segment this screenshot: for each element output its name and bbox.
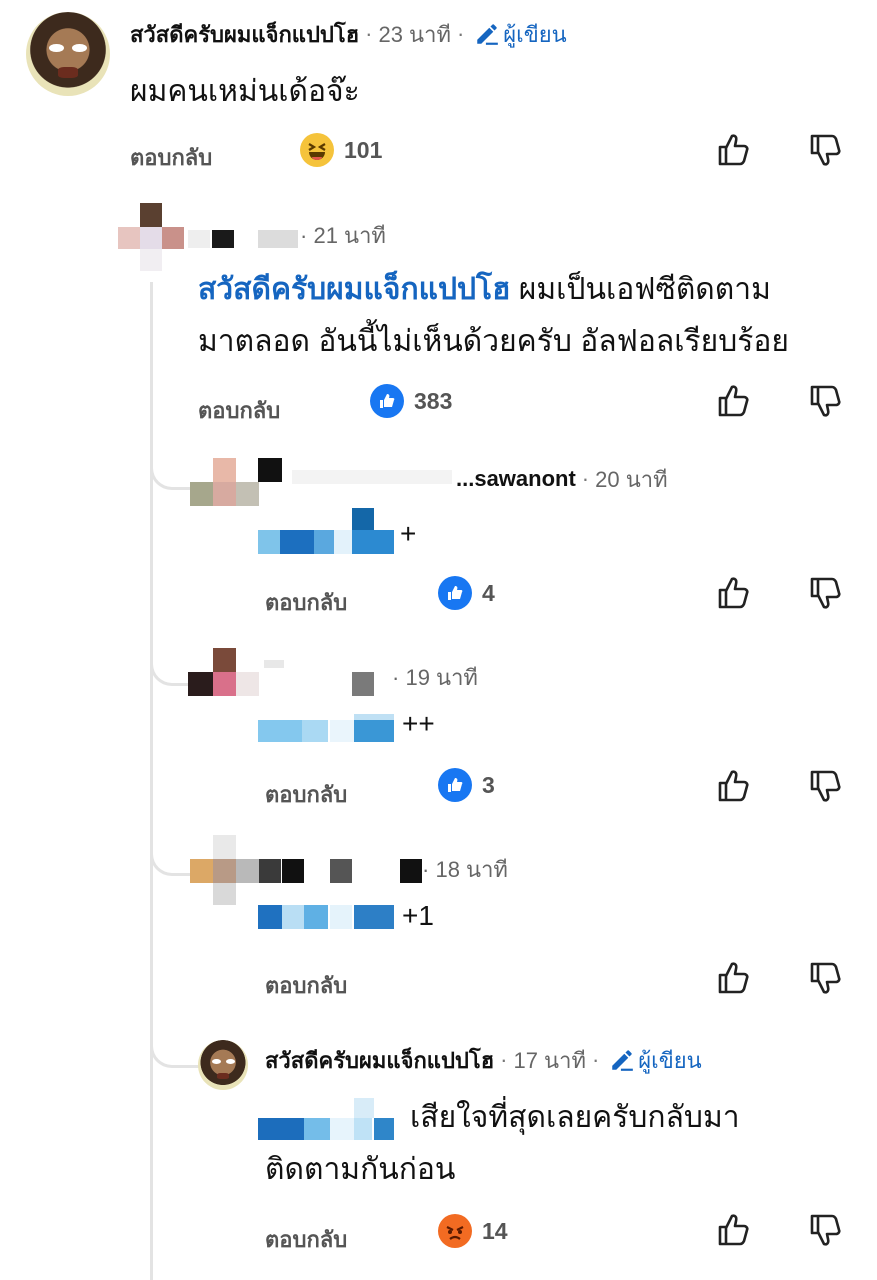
comment-header: ...sawanont · 20 นาที	[456, 463, 668, 495]
author-name[interactable]: สวัสดีครับผมแจ็กแปปโฮ	[265, 1043, 494, 1078]
thumbs-down-icon[interactable]	[806, 1210, 846, 1250]
like-icon	[438, 576, 472, 610]
timestamp: · 21 นาที	[300, 223, 386, 248]
timestamp: 23 นาที	[378, 21, 451, 47]
thumbs-up-icon[interactable]	[714, 130, 754, 170]
author-badge: ผู้เขียน	[474, 17, 567, 52]
angry-emoji-icon	[438, 1214, 472, 1248]
thumbs-down-icon[interactable]	[806, 573, 846, 613]
reply-button[interactable]: ตอบกลับ	[198, 393, 280, 428]
timestamp: · 19 นาที	[392, 665, 478, 690]
separator: ·	[456, 21, 465, 46]
reply-button[interactable]: ตอบกลับ	[265, 585, 347, 620]
separator: ·	[365, 21, 373, 46]
reaction-count: 383	[414, 387, 453, 414]
reaction-summary[interactable]: 101	[300, 133, 382, 167]
reaction-count: 4	[482, 579, 495, 606]
avatar[interactable]	[198, 1040, 248, 1090]
author-badge-label: ผู้เขียน	[503, 21, 567, 47]
pencil-icon	[612, 1050, 634, 1071]
thread-curve	[150, 445, 191, 490]
author-badge: ผู้เขียน	[609, 1043, 702, 1078]
thread-curve	[150, 645, 191, 686]
comment-text: +1	[402, 900, 434, 931]
thumbs-up-icon[interactable]	[714, 766, 754, 806]
laughing-emoji-icon	[300, 133, 334, 167]
thumbs-up-icon[interactable]	[714, 381, 754, 421]
pencil-icon	[477, 24, 499, 45]
reaction-summary[interactable]: 383	[370, 384, 452, 418]
author-name[interactable]: ...sawanont	[456, 466, 576, 492]
timestamp: 17 นาที	[513, 1047, 586, 1073]
thumbs-down-icon[interactable]	[806, 958, 846, 998]
comment-text: ผมคนเหม่นเด้อจ๊ะ	[130, 75, 360, 108]
mention-link[interactable]: สวัสดีครับผมแจ็กแปปโฮ	[198, 273, 510, 306]
thread-curve	[150, 1025, 199, 1068]
timestamp: 20 นาที	[595, 466, 668, 492]
reaction-summary[interactable]: 3	[438, 768, 495, 802]
comment-text: เสียใจที่สุดเลยครับกลับมา ติดตามกันก่อน	[265, 1101, 740, 1186]
author-badge-label: ผู้เขียน	[638, 1047, 702, 1073]
reaction-count: 101	[344, 136, 383, 163]
thumbs-up-icon[interactable]	[714, 1210, 754, 1250]
avatar[interactable]	[26, 12, 110, 96]
reaction-summary[interactable]: 14	[438, 1214, 508, 1248]
thumbs-up-icon[interactable]	[714, 958, 754, 998]
thumbs-down-icon[interactable]	[806, 766, 846, 806]
comment-text: สวัสดีครับผมแจ็กแปปโฮ ผมเป็นเอฟซีติดตาม …	[198, 273, 789, 358]
thumbs-up-icon[interactable]	[714, 573, 754, 613]
reply-button[interactable]: ตอบกลับ	[265, 777, 347, 812]
author-name[interactable]: สวัสดีครับผมแจ็กแปปโฮ	[130, 17, 359, 52]
thumbs-down-icon[interactable]	[806, 381, 846, 421]
like-icon	[370, 384, 404, 418]
thread-curve	[150, 835, 191, 876]
comment-text: +	[400, 518, 417, 549]
like-icon	[438, 768, 472, 802]
thread-line-main	[150, 282, 153, 1280]
thumbs-down-icon[interactable]	[806, 130, 846, 170]
comment-text: ++	[402, 708, 435, 739]
reaction-count: 3	[482, 771, 495, 798]
reply-button[interactable]: ตอบกลับ	[265, 1222, 347, 1257]
timestamp: · 18 นาที	[422, 857, 508, 882]
comment-header: สวัสดีครับผมแจ็กแปปโฮ · 17 นาที · ผู้เขี…	[265, 1044, 702, 1076]
reaction-summary[interactable]: 4	[438, 576, 495, 610]
comment-header: สวัสดีครับผมแจ็กแปปโฮ · 23 นาที · ผู้เขี…	[130, 18, 567, 50]
reply-button[interactable]: ตอบกลับ	[130, 140, 212, 175]
reply-button[interactable]: ตอบกลับ	[265, 968, 347, 1003]
reaction-count: 14	[482, 1217, 508, 1244]
